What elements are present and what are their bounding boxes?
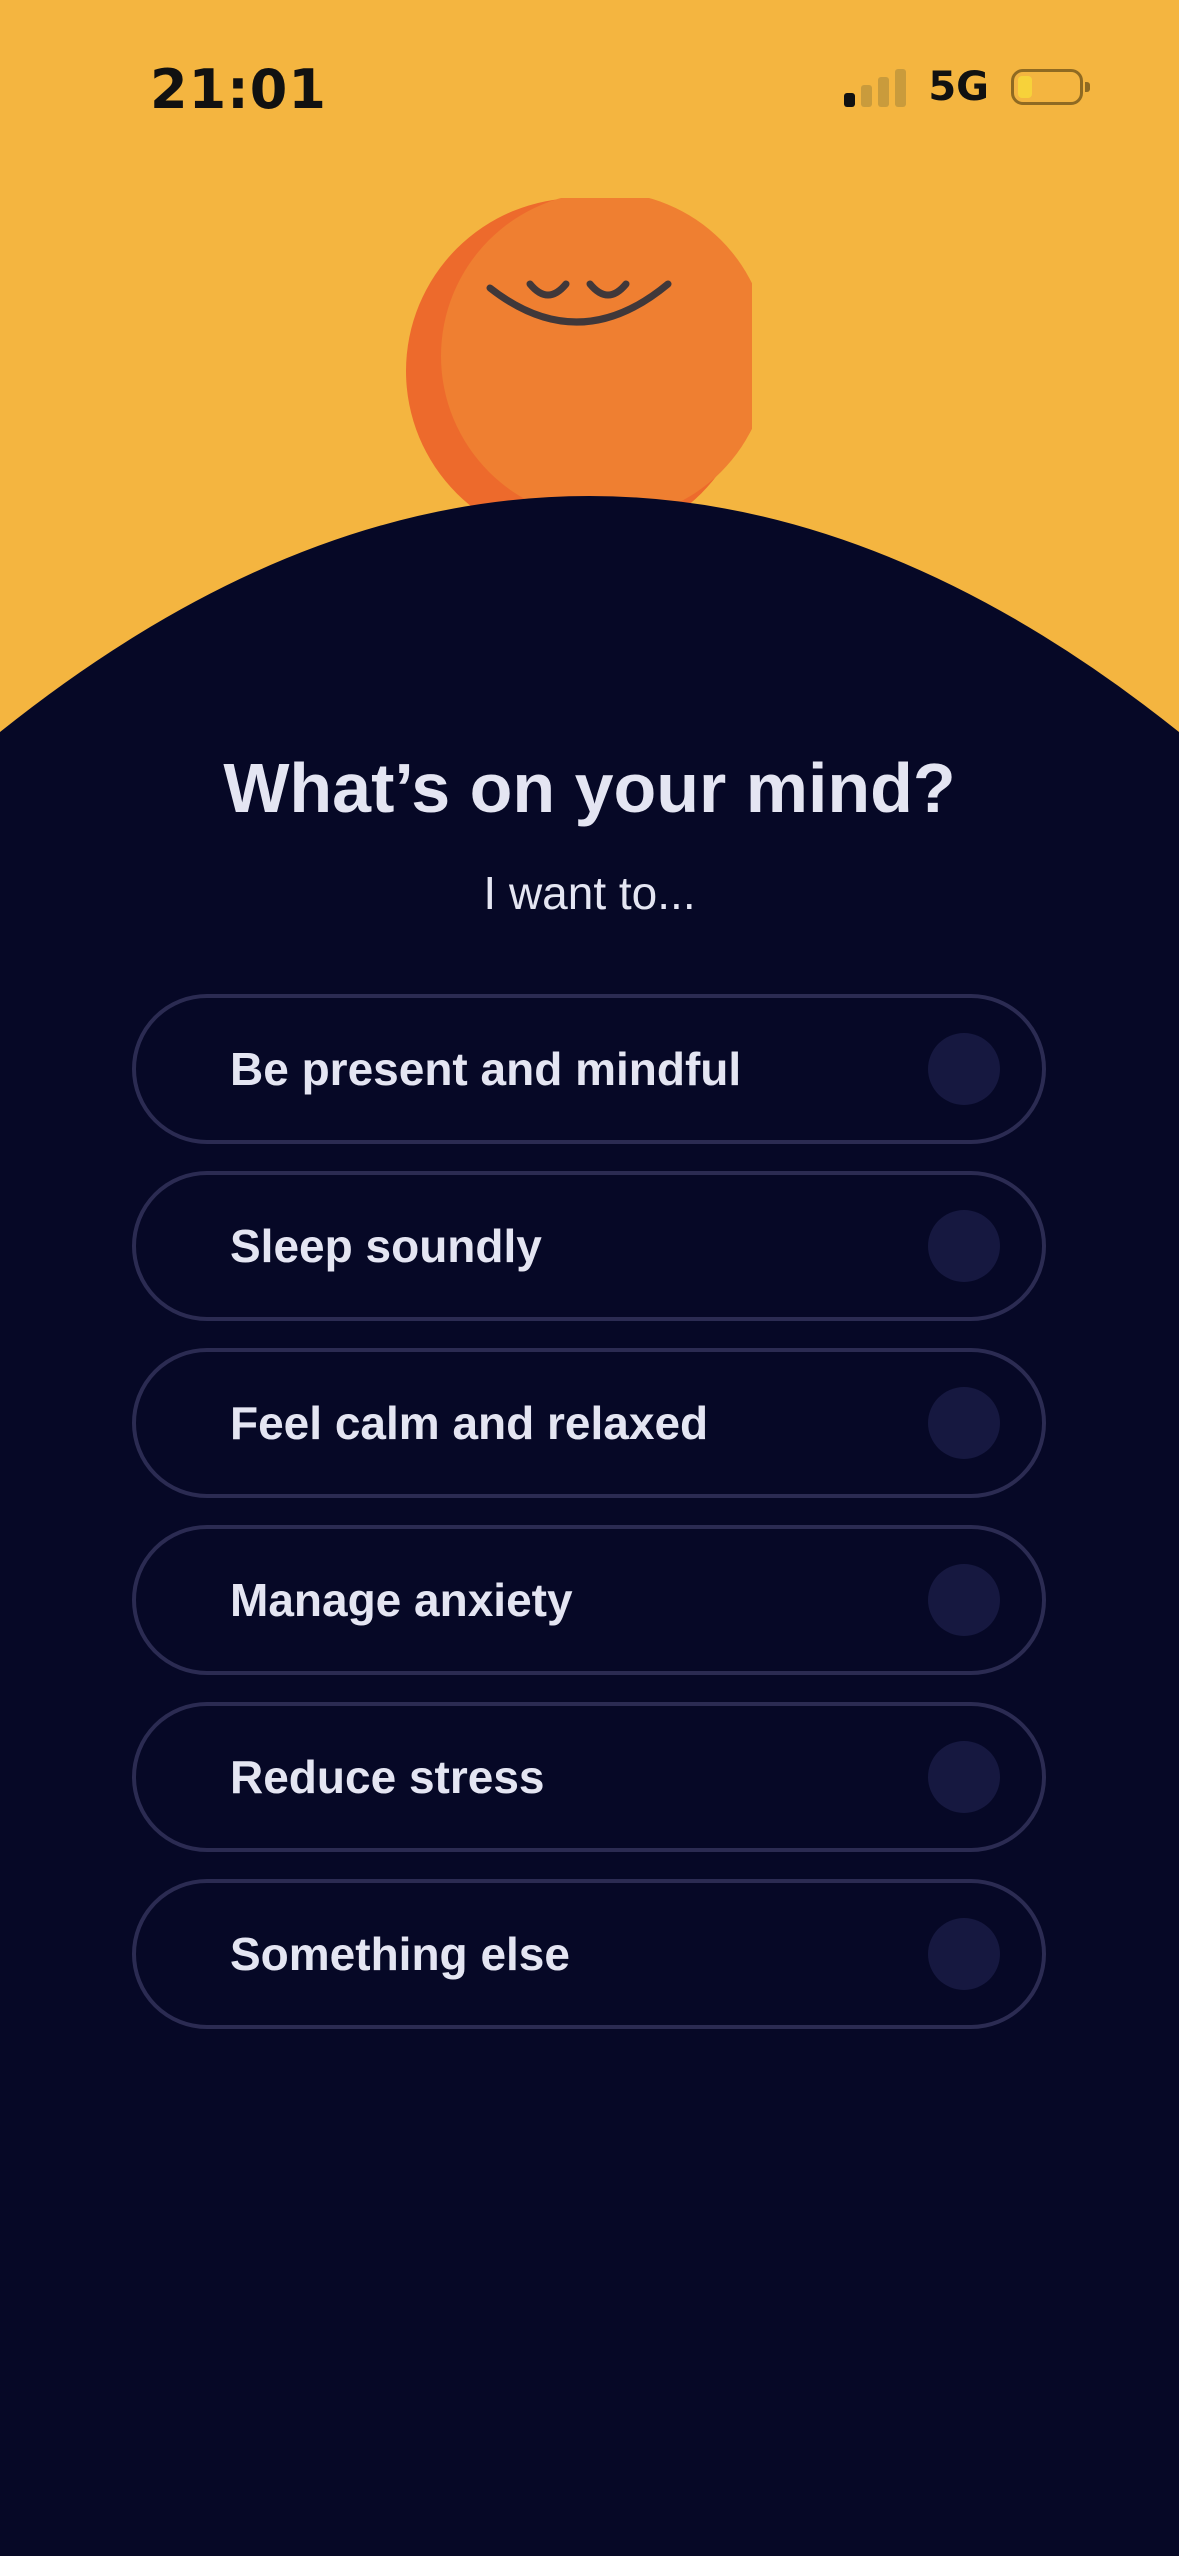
- option-manage-anxiety[interactable]: Manage anxiety: [132, 1525, 1046, 1675]
- radio-circle-icon[interactable]: [928, 1564, 1000, 1636]
- option-label: Reduce stress: [230, 1751, 545, 1803]
- option-label: Sleep soundly: [230, 1220, 542, 1272]
- option-be-present-and-mindful[interactable]: Be present and mindful: [132, 994, 1046, 1144]
- option-label: Be present and mindful: [230, 1043, 742, 1095]
- page-subtitle: I want to...: [483, 867, 696, 919]
- network-type-label: 5G: [928, 64, 989, 110]
- radio-circle-icon[interactable]: [928, 1918, 1000, 1990]
- radio-circle-icon[interactable]: [928, 1387, 1000, 1459]
- goal-options-list: Be present and mindful Sleep soundly Fee…: [132, 994, 1046, 2056]
- radio-circle-icon[interactable]: [928, 1210, 1000, 1282]
- status-indicators: 5G: [844, 62, 1090, 112]
- option-something-else[interactable]: Something else: [132, 1879, 1046, 2029]
- radio-circle-icon[interactable]: [928, 1033, 1000, 1105]
- option-sleep-soundly[interactable]: Sleep soundly: [132, 1171, 1046, 1321]
- option-feel-calm-and-relaxed[interactable]: Feel calm and relaxed: [132, 1348, 1046, 1498]
- option-reduce-stress[interactable]: Reduce stress: [132, 1702, 1046, 1852]
- battery-icon: [1011, 69, 1090, 105]
- option-label: Manage anxiety: [230, 1574, 573, 1626]
- status-bar: 21:01 5G: [0, 0, 1179, 170]
- radio-circle-icon[interactable]: [928, 1741, 1000, 1813]
- cellular-signal-icon: [844, 67, 907, 107]
- status-time: 21:01: [150, 58, 327, 121]
- page-title: What’s on your mind?: [223, 749, 956, 827]
- option-label: Something else: [230, 1928, 570, 1980]
- option-label: Feel calm and relaxed: [230, 1397, 709, 1449]
